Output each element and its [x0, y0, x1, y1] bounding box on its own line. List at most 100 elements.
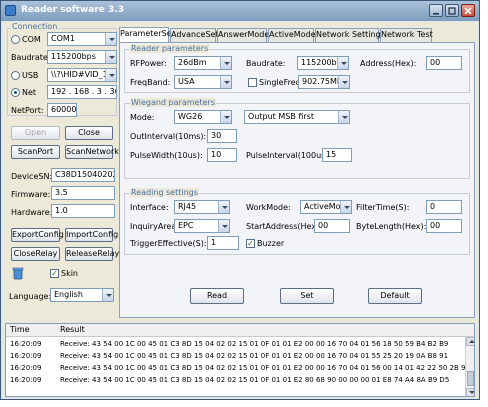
exportconfig-button[interactable]: ExportConfig: [11, 228, 64, 242]
freqband-label: FreqBand:: [130, 78, 171, 87]
close-button[interactable]: Close: [65, 126, 113, 140]
language-select[interactable]: English: [50, 288, 114, 302]
buzzer-checkbox[interactable]: ✓: [246, 239, 255, 248]
tab-answermode[interactable]: AnswerMode: [217, 28, 269, 42]
usb-radio[interactable]: [11, 71, 20, 80]
chevron-down-icon: [105, 69, 116, 81]
log-time: 16:20:09: [10, 340, 42, 348]
ip-address-input[interactable]: 192 . 168 . 3 . 36: [47, 85, 117, 99]
read-button[interactable]: Read: [190, 288, 244, 304]
skin-checkbox[interactable]: ✓: [50, 269, 59, 278]
singlefreq-checkbox[interactable]: [248, 78, 257, 87]
interface-label: Interface:: [130, 203, 169, 212]
bytelength-input[interactable]: 00: [426, 219, 462, 233]
log-scrollbar[interactable]: [465, 337, 474, 396]
devicesn-label: DeviceSN:: [11, 172, 53, 181]
trigger-input[interactable]: 1: [207, 236, 239, 250]
com-label: COM: [22, 35, 41, 44]
window-title: Reader software 3.3: [21, 5, 124, 15]
singlefreq-select[interactable]: 902.75MH: [298, 75, 350, 89]
scroll-up-icon[interactable]: [466, 337, 474, 346]
log-result: Receive: 43 54 00 1C 00 45 01 C3 8D 15 0…: [60, 340, 449, 348]
address-label: Address(Hex):: [360, 59, 417, 68]
language-value: English: [54, 290, 83, 299]
releaserelay-button[interactable]: ReleaseRelay: [65, 247, 119, 261]
trash-icon[interactable]: [11, 266, 25, 280]
firmware-field: 3.5: [51, 186, 115, 200]
freqband-select[interactable]: USA: [174, 75, 232, 89]
minimize-button[interactable]: [429, 4, 443, 17]
app-window: Reader software 3.3 Connection COM COM1 …: [0, 0, 480, 400]
bytelength-label: ByteLength(Hex):: [356, 222, 427, 231]
workmode-select[interactable]: ActiveMod: [300, 200, 352, 214]
address-input[interactable]: 00: [426, 56, 462, 70]
closerelay-button[interactable]: CloseRelay: [11, 247, 60, 261]
importconfig-button[interactable]: ImportConfig: [65, 228, 118, 242]
baudrate-value: 115200bps: [51, 52, 96, 61]
reader-baudrate-select[interactable]: 115200bp: [297, 56, 349, 70]
log-row[interactable]: 16:20:09 Receive: 43 54 00 1C 00 45 01 C3…: [6, 338, 466, 350]
rfpower-select[interactable]: 26dBm: [174, 56, 232, 70]
netport-input[interactable]: 60000: [47, 103, 77, 117]
reading-label: Reading settings: [130, 188, 199, 197]
log-row[interactable]: 16:20:09 Receive: 43 54 00 1C 00 45 01 C3…: [6, 374, 466, 386]
log-row[interactable]: 16:20:09 Receive: 43 54 00 1C 00 45 01 C3…: [6, 350, 466, 362]
default-button[interactable]: Default: [368, 288, 422, 304]
tab-network-test[interactable]: Network Test: [380, 28, 433, 42]
set-button[interactable]: Set: [280, 288, 334, 304]
interface-select[interactable]: RJ45: [174, 200, 230, 214]
inquiryarea-select[interactable]: EPC: [174, 219, 230, 233]
scroll-thumb[interactable]: [467, 371, 474, 386]
usb-device-select[interactable]: \\?\HID#VID_1A: [47, 68, 117, 82]
mode-select[interactable]: WG26: [174, 110, 232, 124]
tab-advanceset[interactable]: AdvanceSet: [170, 28, 219, 42]
mode-label: Mode:: [130, 113, 155, 122]
mode-value: WG26: [178, 112, 203, 121]
scanport-button[interactable]: ScanPort: [11, 145, 60, 159]
chevron-down-icon: [337, 57, 348, 69]
output-order-select[interactable]: Output MSB first: [244, 110, 350, 124]
chevron-down-icon: [102, 289, 113, 301]
pulseinterval-label: PulseInterval(100us):: [246, 151, 332, 160]
scroll-down-icon[interactable]: [466, 388, 474, 396]
pulsewidth-label: PulseWidth(10us):: [130, 151, 203, 160]
open-button[interactable]: Open: [11, 126, 60, 140]
baudrate-select[interactable]: 115200bps: [47, 50, 117, 64]
outinterval-input[interactable]: 30: [207, 129, 237, 143]
tab-activemode[interactable]: ActiveMode: [268, 28, 316, 42]
trigger-label: TriggerEffective(S):: [130, 239, 207, 248]
com-port-select[interactable]: COM1: [47, 32, 117, 46]
reader-baudrate-value: 115200bp: [301, 58, 342, 67]
inquiryarea-label: InquiryArea:: [130, 222, 179, 231]
pulsewidth-input[interactable]: 10: [207, 148, 237, 162]
minimize-icon: [433, 13, 439, 15]
rfpower-value: 26dBm: [178, 58, 207, 67]
chevron-down-icon: [338, 76, 349, 88]
log-col-result[interactable]: Result: [60, 325, 85, 334]
close-window-button[interactable]: [461, 4, 475, 17]
wiegand-label: Wiegand parameters: [130, 98, 216, 107]
log-time: 16:20:09: [10, 364, 42, 372]
log-list[interactable]: Time Result 16:20:09 Receive: 43 54 00 1C…: [5, 323, 475, 397]
startaddress-input[interactable]: 00: [314, 219, 350, 233]
com-radio[interactable]: [11, 35, 20, 44]
language-label: Language:: [9, 292, 52, 301]
usb-label: USB: [22, 71, 39, 80]
reader-baudrate-label: Baudrate:: [246, 59, 286, 68]
filtertime-input[interactable]: 0: [426, 200, 462, 214]
firmware-label: Firmware:: [11, 190, 51, 199]
scannetwork-button[interactable]: ScanNetwork: [65, 145, 119, 159]
log-result: Receive: 43 54 00 1C 00 45 01 C3 8D 15 0…: [60, 352, 449, 360]
parameterset-page: Reader parameters RFPower: 26dBm Baudrat…: [119, 42, 475, 318]
log-row[interactable]: 16:20:09 Receive: 43 54 00 1C 00 45 01 C3…: [6, 362, 474, 374]
tab-parameterset[interactable]: ParameterSet: [119, 27, 175, 42]
connection-group-label: Connection: [11, 22, 59, 31]
chevron-down-icon: [220, 57, 231, 69]
net-radio[interactable]: [11, 88, 20, 97]
log-col-time[interactable]: Time: [10, 325, 30, 334]
log-result: Receive: 43 54 00 1C 00 45 01 C3 8D 15 0…: [60, 376, 450, 384]
maximize-button[interactable]: [445, 4, 459, 17]
tab-network-settings[interactable]: Network Settings: [315, 28, 385, 42]
pulseinterval-input[interactable]: 15: [322, 148, 352, 162]
chevron-down-icon: [105, 51, 116, 63]
